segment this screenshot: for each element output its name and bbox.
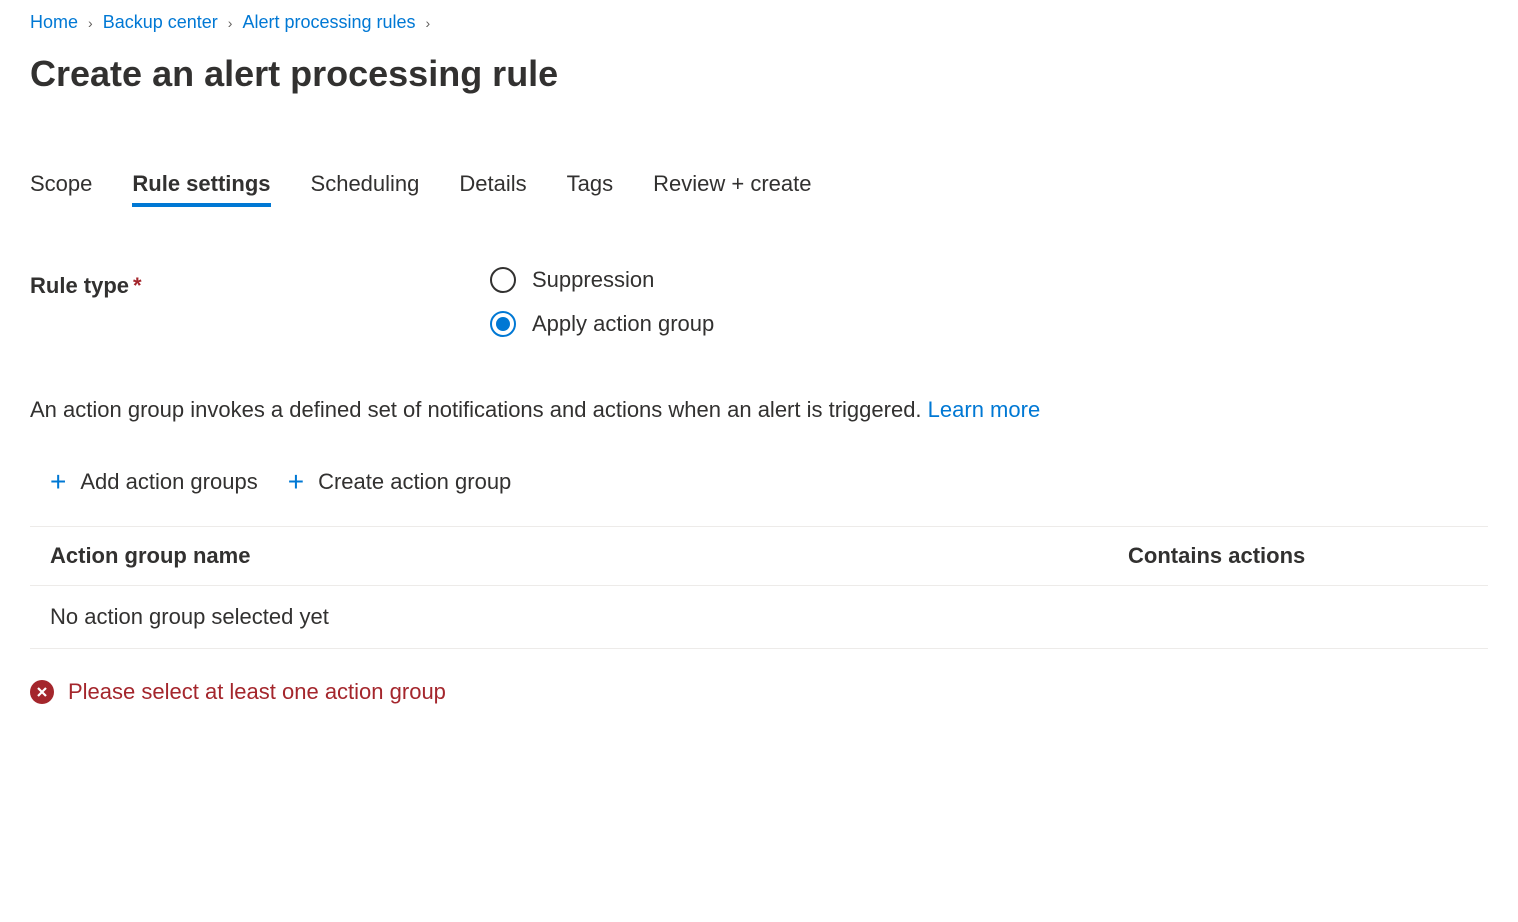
- breadcrumb-alert-processing-rules[interactable]: Alert processing rules: [242, 12, 415, 33]
- error-text: Please select at least one action group: [68, 679, 446, 705]
- radio-icon: [490, 267, 516, 293]
- description-text: An action group invokes a defined set of…: [30, 397, 1488, 423]
- breadcrumb-home[interactable]: Home: [30, 12, 78, 33]
- radio-apply-action-group[interactable]: Apply action group: [490, 311, 714, 337]
- radio-suppression-label: Suppression: [532, 267, 654, 293]
- chevron-right-icon: ›: [426, 15, 431, 31]
- col-contains-actions: Contains actions: [1128, 543, 1468, 569]
- plus-icon: +: [288, 468, 304, 496]
- add-action-groups-label: Add action groups: [80, 469, 257, 495]
- tab-scope[interactable]: Scope: [30, 165, 92, 207]
- create-action-group-label: Create action group: [318, 469, 511, 495]
- tab-review-create[interactable]: Review + create: [653, 165, 811, 207]
- tab-tags[interactable]: Tags: [567, 165, 613, 207]
- tab-rule-settings[interactable]: Rule settings: [132, 165, 270, 207]
- required-asterisk: *: [133, 273, 142, 298]
- rule-type-radio-group: Suppression Apply action group: [490, 267, 714, 337]
- chevron-right-icon: ›: [88, 15, 93, 31]
- error-icon: [30, 680, 54, 704]
- action-group-table: Action group name Contains actions No ac…: [30, 526, 1488, 649]
- table-header: Action group name Contains actions: [30, 527, 1488, 586]
- add-action-groups-button[interactable]: + Add action groups: [50, 468, 258, 496]
- rule-type-label: Rule type*: [30, 267, 490, 299]
- empty-message: No action group selected yet: [50, 604, 1468, 630]
- radio-suppression[interactable]: Suppression: [490, 267, 714, 293]
- radio-apply-action-group-label: Apply action group: [532, 311, 714, 337]
- tabs: Scope Rule settings Scheduling Details T…: [30, 165, 1488, 207]
- chevron-right-icon: ›: [228, 15, 233, 31]
- page-title: Create an alert processing rule: [30, 53, 1488, 95]
- plus-icon: +: [50, 468, 66, 496]
- create-action-group-button[interactable]: + Create action group: [288, 468, 512, 496]
- tab-scheduling[interactable]: Scheduling: [311, 165, 420, 207]
- table-empty-row: No action group selected yet: [30, 586, 1488, 649]
- tab-details[interactable]: Details: [459, 165, 526, 207]
- breadcrumb: Home › Backup center › Alert processing …: [30, 12, 1488, 33]
- breadcrumb-backup-center[interactable]: Backup center: [103, 12, 218, 33]
- col-action-group-name: Action group name: [50, 543, 1128, 569]
- action-buttons: + Add action groups + Create action grou…: [50, 468, 1488, 496]
- learn-more-link[interactable]: Learn more: [928, 397, 1041, 422]
- radio-icon: [490, 311, 516, 337]
- rule-type-row: Rule type* Suppression Apply action grou…: [30, 267, 1488, 337]
- error-message: Please select at least one action group: [30, 679, 1488, 705]
